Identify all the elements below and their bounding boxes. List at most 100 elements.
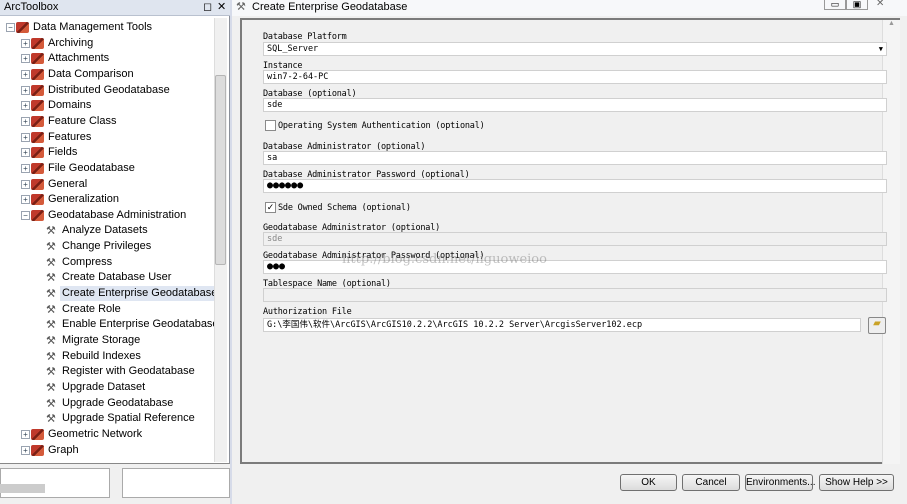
h-scroll-thumb[interactable] [0, 484, 45, 493]
toolbox-icon [31, 131, 44, 143]
toolset-item[interactable]: + Attachments [0, 51, 212, 66]
item-label: Geometric Network [48, 427, 143, 440]
toolbox-icon [31, 37, 44, 49]
toolset-item[interactable]: + Graph [0, 443, 212, 458]
item-label: Feature Class [48, 114, 117, 127]
collapse-icon[interactable]: − [21, 210, 30, 220]
hammer-icon: ⚒ [46, 319, 56, 332]
dba-input[interactable]: sa [263, 151, 887, 165]
toolbox-icon [31, 68, 44, 80]
expand-icon[interactable]: + [21, 163, 30, 173]
gdb-admin-input[interactable]: sde [263, 232, 887, 246]
toolset-item[interactable]: + Distributed Geodatabase [0, 83, 212, 98]
hammer-icon: ⚒ [46, 225, 56, 238]
tool-item[interactable]: ⚒ Create Role [0, 302, 212, 317]
instance-input[interactable]: win7-2-64-PC [263, 70, 887, 84]
item-label: Archiving [48, 36, 94, 49]
auth-file-input[interactable]: G:\李国伟\软件\ArcGIS\ArcGIS10.2.2\ArcGIS 10.… [263, 318, 861, 332]
toolbox-icon [31, 84, 44, 96]
toolset-item[interactable]: + File Geodatabase [0, 161, 212, 176]
tool-item[interactable]: ⚒ Compress [0, 255, 212, 270]
sde-schema-checkbox[interactable]: ✓ [265, 202, 276, 213]
close-button[interactable]: ✕ [876, 0, 884, 9]
cancel-button[interactable]: Cancel [682, 474, 740, 491]
collapse-icon[interactable]: − [6, 23, 15, 32]
hammer-icon: ⚒ [46, 397, 56, 410]
tool-item[interactable]: ⚒ Upgrade Geodatabase [0, 396, 212, 411]
expand-icon[interactable]: + [21, 38, 30, 48]
open-folder-icon[interactable]: ▰ [868, 317, 886, 334]
close-icon[interactable]: ✕ [217, 0, 226, 13]
hammer-icon: ⚒ [46, 241, 56, 254]
expand-icon[interactable]: + [21, 101, 30, 111]
hammer-icon: ⚒ [236, 1, 246, 13]
toolset-item[interactable]: + Geometric Network [0, 427, 212, 442]
toolset-item[interactable]: − Geodatabase Administration [0, 208, 212, 223]
hammer-icon: ⚒ [46, 413, 56, 426]
os-auth-checkbox[interactable] [265, 120, 276, 131]
tool-item[interactable]: ⚒ Migrate Storage [0, 333, 212, 348]
scroll-thumb[interactable] [215, 75, 226, 265]
platform-select[interactable]: SQL_Server ▼ [263, 42, 887, 56]
expand-icon[interactable]: + [21, 195, 30, 205]
combo-box[interactable] [0, 468, 110, 498]
show-help-button[interactable]: Show Help >> [819, 474, 894, 491]
toolset-item[interactable]: + Archiving [0, 36, 212, 51]
hammer-icon: ⚒ [46, 272, 56, 285]
toolset-item[interactable]: − Data Management Tools [0, 20, 212, 35]
tool-item[interactable]: ⚒ Rebuild Indexes [0, 349, 212, 364]
toolbox-icon [31, 428, 44, 440]
pin-icon[interactable]: ◻ [203, 0, 212, 13]
tablespace-input[interactable] [263, 288, 887, 302]
item-label: File Geodatabase [48, 161, 135, 174]
expand-icon[interactable]: + [21, 445, 30, 455]
auth-file-label: Authorization File [263, 307, 352, 317]
item-label: Upgrade Dataset [62, 380, 146, 393]
toolbox-icon [31, 178, 44, 190]
tool-item[interactable]: ⚒ Enable Enterprise Geodatabase [0, 317, 219, 332]
tool-item[interactable]: ⚒ Upgrade Spatial Reference [0, 411, 212, 426]
toolset-item[interactable]: + General [0, 177, 212, 192]
dba-password-input[interactable]: ●●●●●● [263, 179, 887, 193]
expand-icon[interactable]: + [21, 148, 30, 158]
toolset-item[interactable]: + Fields [0, 145, 212, 160]
toolset-item[interactable]: + Feature Class [0, 114, 212, 129]
toolset-item[interactable]: + Data Comparison [0, 67, 212, 82]
item-label: Domains [48, 99, 92, 112]
tool-item[interactable]: ⚒ Create Database User [0, 270, 212, 285]
tool-item[interactable]: ⚒ Analyze Datasets [0, 223, 212, 238]
database-input[interactable]: sde [263, 98, 887, 112]
tool-item[interactable]: ⚒ Change Privileges [0, 239, 212, 254]
expand-icon[interactable]: + [21, 429, 30, 439]
expand-icon[interactable]: + [21, 69, 30, 79]
item-label: Upgrade Spatial Reference [62, 412, 195, 425]
watermark: http://blog.csdn.net/liguoweioo [342, 252, 547, 267]
item-label: Features [48, 130, 92, 143]
hammer-icon: ⚒ [46, 256, 56, 269]
item-label: Geodatabase Administration [48, 208, 187, 221]
expand-icon[interactable]: + [21, 85, 30, 95]
panel-title: ArcToolbox ◻ ✕ [0, 0, 230, 16]
chevron-down-icon[interactable]: ▼ [879, 43, 883, 55]
expand-icon[interactable]: + [21, 54, 30, 64]
tool-item[interactable]: ⚒ Register with Geodatabase [0, 364, 212, 379]
environments-button[interactable]: Environments... [745, 474, 815, 491]
minimize-button[interactable]: ▭ [824, 0, 846, 10]
tool-item[interactable]: ⚒ Upgrade Dataset [0, 380, 212, 395]
item-label: Migrate Storage [62, 334, 141, 346]
item-label: Generalization [48, 193, 119, 206]
expand-icon[interactable]: + [21, 132, 30, 142]
toolset-item[interactable]: + Domains [0, 98, 212, 113]
toolbox-icon [31, 194, 44, 206]
expand-icon[interactable]: + [21, 179, 30, 189]
maximize-button[interactable]: ▣ [846, 0, 868, 10]
toolbox-icon [31, 100, 44, 112]
toolbox-icon [16, 22, 29, 33]
hammer-icon: ⚒ [46, 303, 56, 316]
parameters-frame: ▲ Database Platform SQL_Server ▼ Instance… [240, 18, 900, 464]
expand-icon[interactable]: + [21, 116, 30, 126]
ok-button[interactable]: OK [620, 474, 677, 491]
toolset-item[interactable]: + Generalization [0, 192, 212, 207]
toolset-item[interactable]: + Features [0, 130, 212, 145]
tool-item[interactable]: ⚒ Create Enterprise Geodatabase [0, 286, 220, 302]
